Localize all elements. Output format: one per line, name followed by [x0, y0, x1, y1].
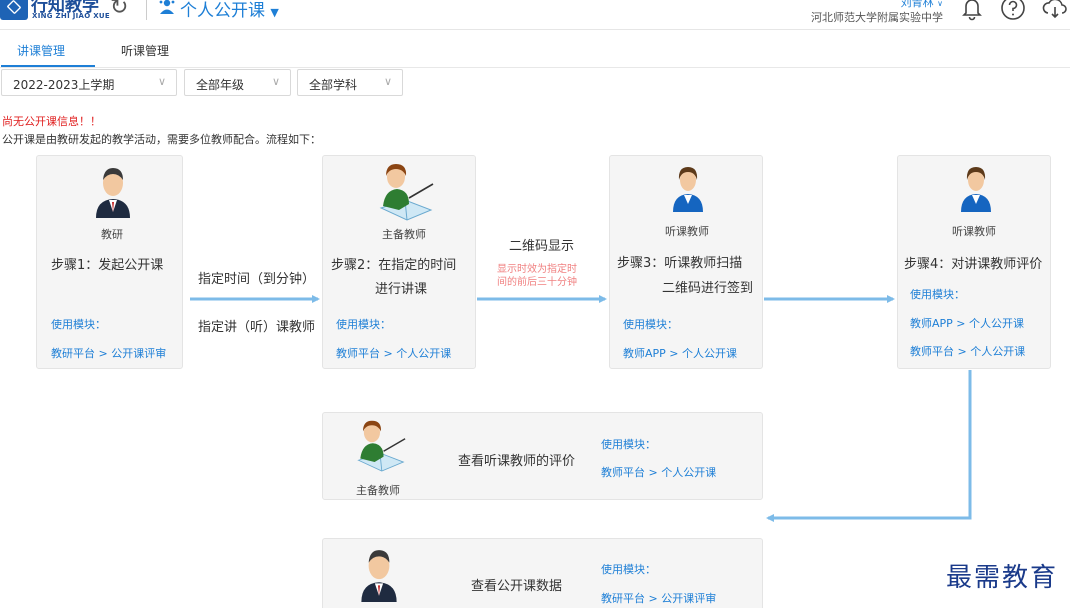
step3-card: 听课教师 步骤3：听课教师扫描 二维码进行签到 使用模块： 教师APP > 个人…: [609, 155, 763, 369]
link2-label: 二维码显示: [509, 239, 575, 254]
step2-title-line2: 进行讲课: [375, 282, 428, 297]
lead-teacher-avatar: [357, 420, 406, 472]
step5-role: 主备教师: [356, 484, 400, 497]
step5-module-link[interactable]: 教师平台 > 个人公开课: [601, 464, 716, 480]
step2-title-line1: 步骤2：在指定的时间: [331, 258, 457, 273]
step4-module-link-platform[interactable]: 教师平台 > 个人公开课: [910, 343, 1025, 359]
listening-teacher-avatar: [961, 167, 991, 212]
step3-title-line1: 步骤3：听课教师扫描: [617, 256, 743, 271]
step5-card: 主备教师 查看听课教师的评价 使用模块： 教师平台 > 个人公开课: [322, 412, 763, 500]
step3-role: 听课教师: [665, 225, 709, 238]
step1-module-link[interactable]: 教研平台 > 公开课评审: [51, 345, 166, 361]
listening-teacher-avatar: [673, 167, 703, 212]
step1-card: 教研 步骤1：发起公开课 使用模块： 教研平台 > 公开课评审: [36, 155, 183, 369]
teaching-research-avatar: [361, 550, 397, 602]
step2-module-label: 使用模块：: [336, 318, 391, 331]
teaching-research-avatar: [96, 168, 130, 218]
arrow-step4-step5: [766, 370, 972, 522]
step2-module-link[interactable]: 教师平台 > 个人公开课: [336, 345, 451, 361]
link1-label-bottom: 指定讲（听）课教师: [198, 320, 316, 335]
step3-module-link[interactable]: 教师APP > 个人公开课: [623, 345, 737, 361]
step3-title-line2: 二维码进行签到: [662, 281, 754, 296]
step6-module-label: 使用模块：: [601, 563, 656, 576]
step5-title: 查看听课教师的评价: [458, 454, 576, 469]
step3-module-label: 使用模块：: [623, 318, 678, 331]
step1-title: 步骤1：发起公开课: [51, 258, 164, 273]
step5-module-label: 使用模块：: [601, 438, 656, 451]
step4-card: 听课教师 步骤4：对讲课教师评价 使用模块： 教师APP > 个人公开课 教师平…: [897, 155, 1051, 369]
lead-teacher-avatar: [379, 164, 434, 221]
step4-title: 步骤4：对讲课教师评价: [904, 257, 1043, 272]
step1-module-label: 使用模块：: [51, 318, 106, 331]
step1-role: 教研: [101, 228, 123, 241]
watermark: 最需教育: [946, 563, 1059, 593]
step4-role: 听课教师: [952, 225, 996, 238]
step2-card: 主备教师 步骤2：在指定的时间 进行讲课 使用模块： 教师平台 > 个人公开课: [322, 155, 476, 369]
step4-module-label: 使用模块：: [910, 288, 965, 301]
link2-note-line2: 间的前后三十分钟: [497, 277, 577, 288]
step6-title: 查看公开课数据: [471, 579, 563, 594]
link1-label-top: 指定时间（到分钟）: [198, 272, 316, 287]
step2-role: 主备教师: [382, 228, 426, 241]
step4-module-link-app[interactable]: 教师APP > 个人公开课: [910, 315, 1024, 331]
link2-note-line1: 显示时效为指定时: [497, 264, 577, 275]
step6-card: 查看公开课数据 使用模块： 教研平台 > 公开课评审: [322, 538, 763, 608]
